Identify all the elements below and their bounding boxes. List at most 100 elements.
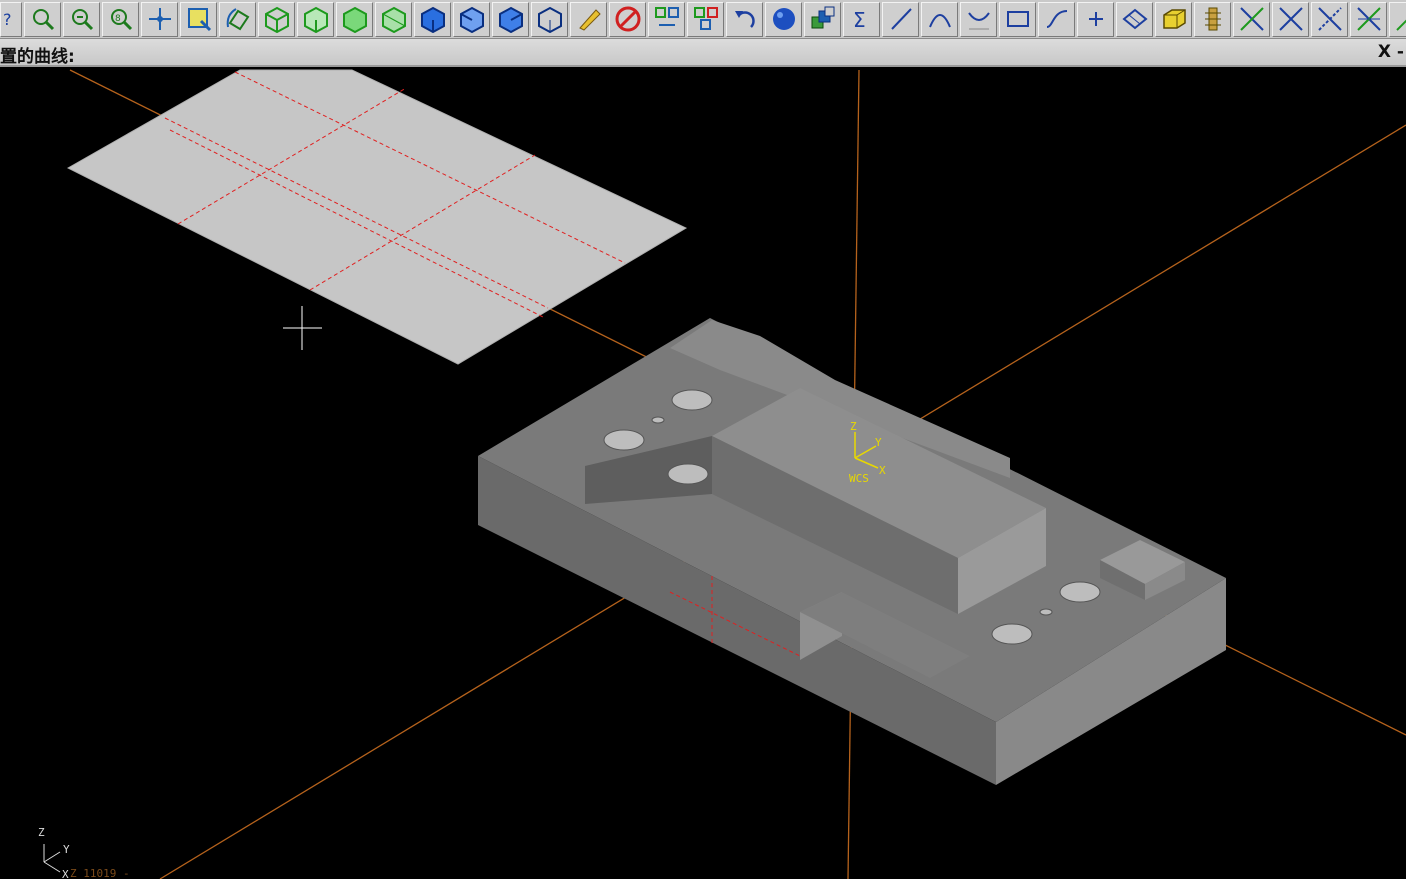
no-draw-button[interactable] xyxy=(609,1,646,37)
tree-button[interactable] xyxy=(1194,1,1231,37)
view-top-icon xyxy=(263,5,291,33)
graphics-viewport[interactable]: Z Y X WCS Z Y X Z 11019 - xyxy=(0,67,1406,879)
no-draw-icon xyxy=(614,5,642,33)
view-triad-z-label: Z xyxy=(38,826,45,839)
status-readout: Z 11019 - xyxy=(70,867,130,879)
extend-button[interactable] xyxy=(1389,1,1406,37)
rectangle-icon xyxy=(1004,5,1032,33)
solid-box-button[interactable] xyxy=(1155,1,1192,37)
view-front-button[interactable] xyxy=(297,1,334,37)
copy-button[interactable] xyxy=(687,1,724,37)
trim-4-button[interactable] xyxy=(1350,1,1387,37)
solid-box-icon xyxy=(1160,5,1188,33)
arc-button[interactable] xyxy=(921,1,958,37)
view-solid-blue-3-button[interactable] xyxy=(492,1,529,37)
wcs-label: WCS xyxy=(849,472,869,485)
view-side-icon xyxy=(341,5,369,33)
hole xyxy=(603,429,645,451)
pencil-button[interactable] xyxy=(570,1,607,37)
trim-3-icon xyxy=(1316,5,1344,33)
move-icon xyxy=(653,5,681,33)
move-button[interactable] xyxy=(648,1,685,37)
trim-2-button[interactable] xyxy=(1272,1,1309,37)
wcs-x-label: X xyxy=(879,464,886,477)
spline-button[interactable] xyxy=(1038,1,1075,37)
undo-icon xyxy=(731,5,759,33)
hole xyxy=(991,623,1033,645)
line-icon xyxy=(887,5,915,33)
view-iso-icon xyxy=(380,5,408,33)
view-wireframe-button[interactable] xyxy=(531,1,568,37)
pan-icon xyxy=(146,5,174,33)
view-triad-y-label: Y xyxy=(63,843,70,856)
view-solid-blue-3-icon xyxy=(497,5,525,33)
undo-button[interactable] xyxy=(726,1,763,37)
sigma-button[interactable]: Σ xyxy=(843,1,880,37)
view-solid-blue-2-button[interactable] xyxy=(453,1,490,37)
svg-text:Σ: Σ xyxy=(853,8,866,32)
view-solid-blue-2-icon xyxy=(458,5,486,33)
zoom-previous-button[interactable]: 8 xyxy=(102,1,139,37)
view-solid-blue-button[interactable] xyxy=(414,1,451,37)
zoom-in-icon xyxy=(68,5,96,33)
wcs-y-label: Y xyxy=(875,436,882,449)
help-icon: ? xyxy=(0,5,25,33)
copy-icon xyxy=(692,5,720,33)
shade-sphere-icon xyxy=(770,5,798,33)
svg-text:?: ? xyxy=(3,10,12,29)
coordinate-label: X - xyxy=(1377,42,1404,62)
hole xyxy=(671,389,713,411)
zoom-fit-icon xyxy=(185,5,213,33)
arc-icon xyxy=(926,5,954,33)
surface-plate[interactable] xyxy=(66,69,688,365)
spline-icon xyxy=(1043,5,1071,33)
zoom-previous-icon: 8 xyxy=(107,5,135,33)
shade-sphere-button[interactable] xyxy=(765,1,802,37)
zoom-window-button[interactable] xyxy=(24,1,61,37)
trim-2-icon xyxy=(1277,5,1305,33)
view-solid-blue-icon xyxy=(419,5,447,33)
layers-icon xyxy=(809,5,837,33)
prompt-bar: 置的曲线: X - xyxy=(0,39,1406,67)
rectangle-button[interactable] xyxy=(999,1,1036,37)
surface-plate-face[interactable] xyxy=(66,69,688,365)
solid-part[interactable] xyxy=(478,318,1226,785)
main-toolbar: ? 8 Σ xyxy=(0,0,1406,39)
fillet-icon xyxy=(965,5,993,33)
layers-button[interactable] xyxy=(804,1,841,37)
view-wireframe-icon xyxy=(536,5,564,33)
zoom-window-icon xyxy=(29,5,57,33)
trim-3-button[interactable] xyxy=(1311,1,1348,37)
hole xyxy=(651,416,665,424)
line-button[interactable] xyxy=(882,1,919,37)
hole xyxy=(667,463,709,485)
sigma-icon: Σ xyxy=(848,5,876,33)
view-triad-x-label: X xyxy=(62,868,69,879)
point-button[interactable] xyxy=(1077,1,1114,37)
surface-icon xyxy=(1121,5,1149,33)
rotate-view-button[interactable] xyxy=(219,1,256,37)
view-triad: Z Y X xyxy=(38,826,70,879)
trim-4-icon xyxy=(1355,5,1383,33)
extend-icon xyxy=(1394,5,1406,33)
help-button[interactable]: ? xyxy=(0,1,25,37)
view-iso-button[interactable] xyxy=(375,1,412,37)
prompt-text: 置的曲线: xyxy=(0,47,75,67)
trim-button[interactable] xyxy=(1233,1,1270,37)
svg-text:8: 8 xyxy=(115,14,121,24)
crosshair-cursor xyxy=(283,306,322,350)
pan-button[interactable] xyxy=(141,1,178,37)
zoom-fit-button[interactable] xyxy=(180,1,217,37)
fillet-button[interactable] xyxy=(960,1,997,37)
view-top-button[interactable] xyxy=(258,1,295,37)
tree-icon xyxy=(1199,5,1227,33)
hole xyxy=(1059,581,1101,603)
zoom-in-button[interactable] xyxy=(63,1,100,37)
trim-icon xyxy=(1238,5,1266,33)
view-side-button[interactable] xyxy=(336,1,373,37)
hole xyxy=(1039,608,1053,616)
surface-button[interactable] xyxy=(1116,1,1153,37)
point-icon xyxy=(1082,5,1110,33)
view-front-icon xyxy=(302,5,330,33)
scene-canvas[interactable]: Z Y X WCS Z Y X xyxy=(0,67,1406,879)
